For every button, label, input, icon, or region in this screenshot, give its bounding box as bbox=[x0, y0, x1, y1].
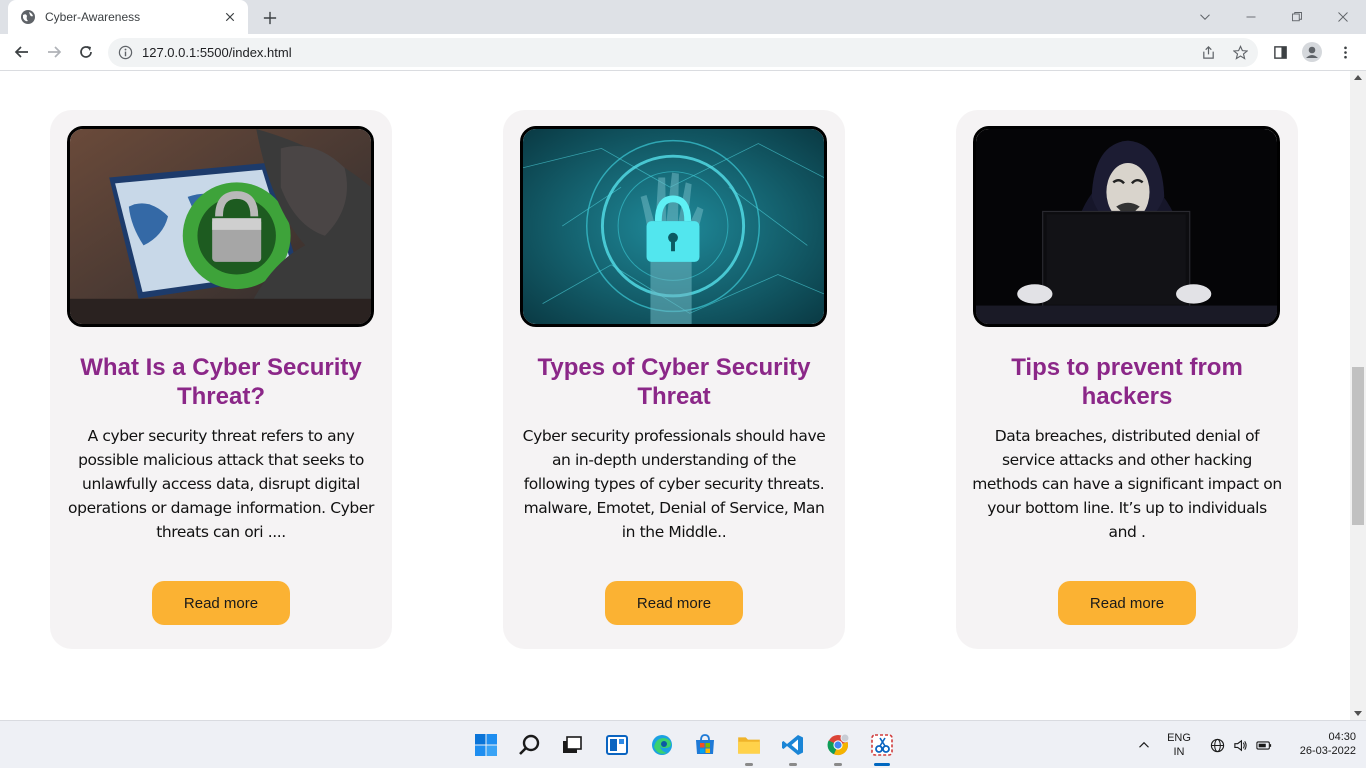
scroll-thumb[interactable] bbox=[1352, 367, 1364, 525]
card-image-cyber-lock bbox=[520, 126, 827, 327]
read-more-button[interactable]: Read more bbox=[1058, 581, 1196, 625]
minimize-icon[interactable] bbox=[1228, 0, 1274, 34]
bookmark-star-icon[interactable] bbox=[1228, 40, 1252, 64]
browser-toolbar: 127.0.0.1:5500/index.html bbox=[0, 34, 1366, 71]
tab-strip: Cyber-Awareness bbox=[0, 0, 1366, 34]
edge-browser-icon[interactable] bbox=[646, 729, 678, 761]
task-view-icon[interactable] bbox=[556, 729, 588, 761]
back-button[interactable] bbox=[8, 38, 36, 66]
card-title: Tips to prevent from hackers bbox=[1011, 354, 1243, 410]
forward-button[interactable] bbox=[40, 38, 68, 66]
restore-icon[interactable] bbox=[1274, 0, 1320, 34]
file-explorer-icon[interactable] bbox=[733, 729, 765, 766]
tab-title: Cyber-Awareness bbox=[45, 10, 141, 24]
card-image-laptop-lock bbox=[67, 126, 374, 327]
widgets-icon[interactable] bbox=[601, 729, 633, 761]
running-indicator bbox=[834, 763, 842, 766]
address-bar[interactable]: 127.0.0.1:5500/index.html bbox=[108, 38, 1258, 67]
clock[interactable]: 04:30 26-03-2022 bbox=[1282, 730, 1356, 758]
card-description: Data breaches, distributed denial of ser… bbox=[972, 427, 1282, 541]
running-indicator bbox=[789, 763, 797, 766]
vscode-icon[interactable] bbox=[777, 729, 809, 766]
chrome-icon[interactable] bbox=[822, 729, 854, 766]
chevron-up-icon[interactable] bbox=[1130, 729, 1158, 761]
clock-date: 26-03-2022 bbox=[1299, 745, 1356, 757]
page-scrollbar[interactable] bbox=[1350, 71, 1366, 720]
card-title: What Is a Cyber Security Threat? bbox=[80, 354, 362, 410]
battery-icon[interactable] bbox=[1253, 729, 1275, 761]
card-description: Cyber security professionals should have… bbox=[522, 427, 826, 541]
read-more-button[interactable]: Read more bbox=[605, 581, 743, 625]
share-icon[interactable] bbox=[1196, 40, 1220, 64]
windows-taskbar: ENG IN 04:30 26-03-2022 bbox=[0, 720, 1366, 768]
start-windows-icon[interactable] bbox=[470, 729, 502, 761]
language-indicator[interactable]: ENG IN bbox=[1162, 731, 1196, 759]
globe-icon bbox=[20, 9, 36, 25]
reload-button[interactable] bbox=[72, 38, 100, 66]
card-title: Types of Cyber Security Threat bbox=[537, 354, 811, 410]
close-window-icon[interactable] bbox=[1320, 0, 1366, 34]
new-tab-button[interactable] bbox=[258, 6, 282, 30]
region-code: IN bbox=[1173, 746, 1185, 758]
store-icon[interactable] bbox=[689, 729, 721, 761]
running-indicator bbox=[745, 763, 753, 766]
language-code: ENG bbox=[1167, 732, 1191, 744]
card-cyber-threat: What Is a Cyber Security Threat? A cyber… bbox=[50, 110, 392, 649]
search-icon[interactable] bbox=[514, 729, 546, 761]
browser-tab[interactable]: Cyber-Awareness bbox=[8, 0, 248, 34]
scroll-down-icon[interactable] bbox=[1354, 711, 1362, 716]
side-panel-icon[interactable] bbox=[1268, 40, 1292, 64]
read-more-button[interactable]: Read more bbox=[152, 581, 290, 625]
info-icon[interactable] bbox=[118, 45, 134, 61]
clock-time: 04:30 bbox=[1328, 731, 1356, 743]
card-threat-types: Types of Cyber Security Threat Cyber sec… bbox=[503, 110, 845, 649]
active-indicator bbox=[874, 763, 890, 766]
close-tab-icon[interactable] bbox=[222, 9, 238, 25]
menu-kebab-icon[interactable] bbox=[1333, 40, 1357, 64]
tab-search-icon[interactable] bbox=[1182, 0, 1228, 34]
scroll-up-icon[interactable] bbox=[1354, 75, 1362, 80]
profile-avatar-icon[interactable] bbox=[1300, 40, 1324, 64]
volume-icon[interactable] bbox=[1229, 729, 1251, 761]
card-image-hacker bbox=[973, 126, 1280, 327]
snipping-tool-icon[interactable] bbox=[866, 729, 898, 766]
page-viewport: What Is a Cyber Security Threat? A cyber… bbox=[0, 71, 1350, 720]
network-globe-icon[interactable] bbox=[1206, 729, 1228, 761]
card-hacker-tips: Tips to prevent from hackers Data breach… bbox=[956, 110, 1298, 649]
url-text: 127.0.0.1:5500/index.html bbox=[142, 45, 292, 60]
card-description: A cyber security threat refers to any po… bbox=[68, 427, 374, 541]
